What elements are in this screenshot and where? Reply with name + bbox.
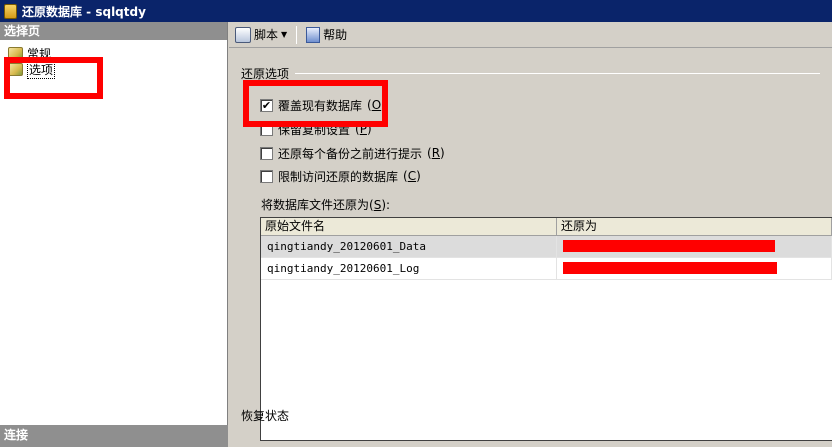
help-icon (306, 26, 321, 43)
original-filename-cell: qingtiandy_20120601_Log (261, 258, 557, 279)
redaction-mark (563, 240, 775, 252)
window-title-bar: 还原数据库 - sqlqtdy (0, 0, 832, 22)
database-icon (4, 3, 17, 19)
column-header-original[interactable]: 原始文件名 (261, 218, 557, 235)
annotation-box-overwrite (243, 80, 388, 127)
prompt-before-restore-checkbox[interactable]: 还原每个备份之前进行提示 (R) (260, 144, 445, 162)
annotation-box-options (4, 57, 103, 99)
help-label: 帮助 (323, 28, 348, 42)
original-filename-cell: qingtiandy_20120601_Data (261, 236, 557, 257)
checkbox-box[interactable] (260, 146, 273, 160)
dropdown-arrow-icon[interactable]: ▼ (281, 30, 287, 39)
checkbox-accel: (R) (427, 146, 445, 160)
help-button[interactable]: 帮助 (303, 24, 350, 45)
toolbar: 脚本 ▼ 帮助 (229, 22, 832, 48)
grid-header: 原始文件名 还原为 (261, 218, 832, 236)
recovery-state-title: 恢复状态 (241, 409, 290, 423)
script-button[interactable]: 脚本 ▼ (232, 24, 290, 45)
checkbox-box[interactable] (260, 169, 273, 183)
restore-to-cell[interactable] (557, 258, 832, 279)
column-header-restore-to[interactable]: 还原为 (557, 218, 832, 235)
toolbar-separator (296, 25, 298, 44)
group-divider (295, 73, 821, 74)
table-row[interactable]: qingtiandy_20120601_Data (261, 236, 832, 258)
connection-header: 连接 (0, 425, 228, 447)
script-icon (235, 26, 251, 43)
group-divider (295, 415, 826, 416)
file-grid-caption: 将数据库文件还原为(S): (261, 198, 391, 212)
checkbox-accel: (C) (403, 169, 421, 183)
checkbox-label: 还原每个备份之前进行提示 (278, 146, 423, 161)
recovery-state-group: 恢复状态 (241, 407, 826, 424)
window-title: 还原数据库 - sqlqtdy (22, 4, 146, 19)
select-page-header: 选择页 (0, 22, 227, 40)
table-row[interactable]: qingtiandy_20120601_Log (261, 258, 832, 280)
redaction-mark (563, 262, 777, 274)
script-label: 脚本 (254, 28, 279, 42)
checkbox-label: 限制访问还原的数据库 (278, 169, 399, 184)
restore-to-cell[interactable] (557, 236, 832, 257)
restrict-access-checkbox[interactable]: 限制访问还原的数据库 (C) (260, 167, 421, 185)
